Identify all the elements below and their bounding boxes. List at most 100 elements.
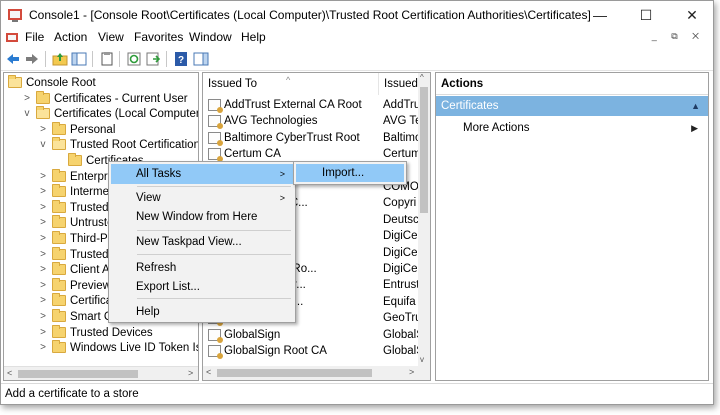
collapsed-caret-icon[interactable]: > — [38, 293, 48, 309]
collapsed-caret-icon[interactable]: > — [38, 325, 48, 341]
import-menu-item[interactable]: Import... — [296, 164, 404, 182]
status-text: Add a certificate to a store — [5, 388, 139, 400]
scroll-up-icon[interactable]: ^ — [420, 73, 424, 82]
issued-by-cell: GlobalS — [383, 328, 419, 341]
certificate-icon — [208, 345, 223, 359]
back-arrow-icon[interactable] — [5, 51, 21, 67]
collapsed-caret-icon[interactable]: > — [38, 200, 48, 216]
menu-item-label: New Taskpad View... — [136, 236, 242, 248]
list-item[interactable]: GlobalSign GlobalS — [203, 327, 419, 343]
list-item[interactable]: AVG Technologies AVG Te — [203, 113, 419, 130]
forward-arrow-icon[interactable] — [24, 51, 40, 67]
menu-bar: File Action View Favorites Window Help _… — [1, 29, 713, 47]
scroll-left-icon[interactable]: < — [7, 368, 12, 378]
collapsed-caret-icon[interactable]: > — [38, 122, 48, 138]
expanded-caret-icon[interactable]: v — [38, 137, 48, 153]
column-header-issued-by[interactable]: Issued — [379, 73, 420, 95]
issued-by-cell: GlobalS — [383, 345, 419, 357]
folder-icon — [68, 153, 82, 166]
mdi-window-buttons[interactable]: _ ⧉ ✕ — [652, 31, 705, 42]
collapsed-caret-icon[interactable]: > — [38, 184, 48, 200]
collapsed-caret-icon[interactable]: > — [38, 231, 48, 247]
toolbar-separator — [166, 51, 167, 67]
new-window-menu-item[interactable]: New Window from Here — [111, 207, 293, 227]
list-item[interactable]: Certum CA Certum — [203, 146, 419, 163]
console-menu-icon[interactable] — [5, 31, 19, 45]
more-actions-link[interactable]: More Actions — [463, 119, 529, 137]
help-icon[interactable]: ? — [173, 51, 189, 67]
issued-by-cell: DigiCe — [383, 230, 418, 243]
tree-item-label: Trusted Root Certification Auth — [70, 139, 199, 152]
collapsed-caret-icon[interactable]: > — [38, 169, 48, 185]
menu-separator — [137, 298, 291, 299]
properties-icon[interactable] — [99, 51, 115, 67]
minimize-button[interactable]: — — [577, 1, 623, 29]
list-item[interactable]: GlobalSign Root CA GlobalS — [203, 343, 419, 359]
certificate-icon — [208, 115, 223, 130]
issued-by-cell: Baltimo — [383, 131, 419, 144]
menu-action[interactable]: Action — [54, 30, 87, 44]
issued-by-cell: AddTru — [383, 99, 419, 111]
list-vertical-scrollbar[interactable]: ^ v — [418, 73, 430, 368]
maximize-button[interactable]: ☐ — [623, 1, 669, 29]
scroll-right-icon[interactable]: > — [188, 368, 193, 378]
scroll-down-icon[interactable]: v — [420, 355, 424, 364]
expanded-caret-icon[interactable]: v — [22, 106, 32, 122]
list-horizontal-scrollbar[interactable]: < > — [203, 366, 430, 380]
folder-icon — [52, 137, 66, 151]
collapse-caret-icon[interactable]: ▲ — [691, 96, 700, 116]
list-item[interactable]: AddTrust External CA Root AddTru — [203, 97, 419, 113]
menu-item-label: Help — [136, 306, 160, 318]
list-horizontal-scroll-thumb[interactable] — [217, 369, 372, 377]
menu-item-label: View — [136, 192, 161, 204]
tree-item-label: Trusted Devices — [70, 326, 153, 339]
menu-help[interactable]: Help — [241, 30, 266, 44]
column-header-issued-to[interactable]: Issued To ^ — [203, 73, 379, 95]
new-taskpad-menu-item[interactable]: New Taskpad View... — [111, 232, 293, 252]
actions-header: Actions — [436, 73, 708, 95]
collapsed-caret-icon[interactable]: > — [38, 215, 48, 231]
close-button[interactable]: ✕ — [669, 1, 713, 29]
collapsed-caret-icon[interactable]: > — [38, 247, 48, 263]
show-action-pane-icon[interactable] — [193, 51, 209, 67]
collapsed-caret-icon[interactable]: > — [22, 91, 32, 107]
collapsed-caret-icon[interactable]: > — [38, 262, 48, 278]
menu-item-label: All Tasks — [136, 168, 182, 180]
help-menu-item[interactable]: Help — [111, 302, 293, 322]
scroll-right-icon[interactable]: > — [409, 367, 414, 377]
tree-horizontal-scroll-thumb[interactable] — [18, 370, 138, 378]
collapsed-caret-icon[interactable]: > — [38, 278, 48, 294]
menu-favorites[interactable]: Favorites — [134, 30, 183, 44]
menu-item-label: Export List... — [136, 281, 200, 293]
export-icon[interactable] — [145, 51, 161, 67]
status-bar: Add a certificate to a store — [1, 383, 713, 404]
list-vertical-scroll-thumb[interactable] — [420, 87, 428, 213]
menu-separator — [137, 254, 291, 255]
issued-by-cell: Copyri — [383, 197, 417, 210]
folder-icon — [52, 199, 66, 213]
menu-file[interactable]: File — [25, 30, 44, 44]
submenu-arrow-icon: > — [279, 193, 285, 203]
folder-icon — [52, 168, 66, 182]
scroll-left-icon[interactable]: < — [206, 367, 211, 377]
folder-icon — [52, 121, 66, 135]
all-tasks-menu-item[interactable]: All Tasks > — [111, 164, 293, 184]
tree-horizontal-scrollbar[interactable]: < > — [4, 366, 198, 380]
list-item[interactable]: Baltimore CyberTrust Root Baltimo — [203, 130, 419, 146]
menu-view[interactable]: View — [98, 30, 124, 44]
refresh-menu-item[interactable]: Refresh — [111, 258, 293, 278]
collapsed-caret-icon[interactable]: > — [38, 309, 48, 325]
folder-icon — [52, 262, 66, 276]
column-issued-by-label: Issued — [384, 78, 418, 90]
menu-window[interactable]: Window — [189, 30, 232, 44]
export-list-menu-item[interactable]: Export List... — [111, 277, 293, 297]
actions-section-certificates[interactable]: Certificates ▲ — [436, 96, 708, 116]
show-tree-icon[interactable] — [71, 51, 87, 67]
menu-separator — [137, 186, 291, 187]
view-menu-item[interactable]: View > — [111, 188, 293, 208]
up-folder-icon[interactable] — [52, 51, 68, 67]
certificate-icon — [208, 328, 223, 343]
issued-by-cell: DigiCe — [383, 246, 418, 259]
refresh-icon[interactable] — [126, 51, 142, 67]
collapsed-caret-icon[interactable]: > — [38, 340, 48, 356]
